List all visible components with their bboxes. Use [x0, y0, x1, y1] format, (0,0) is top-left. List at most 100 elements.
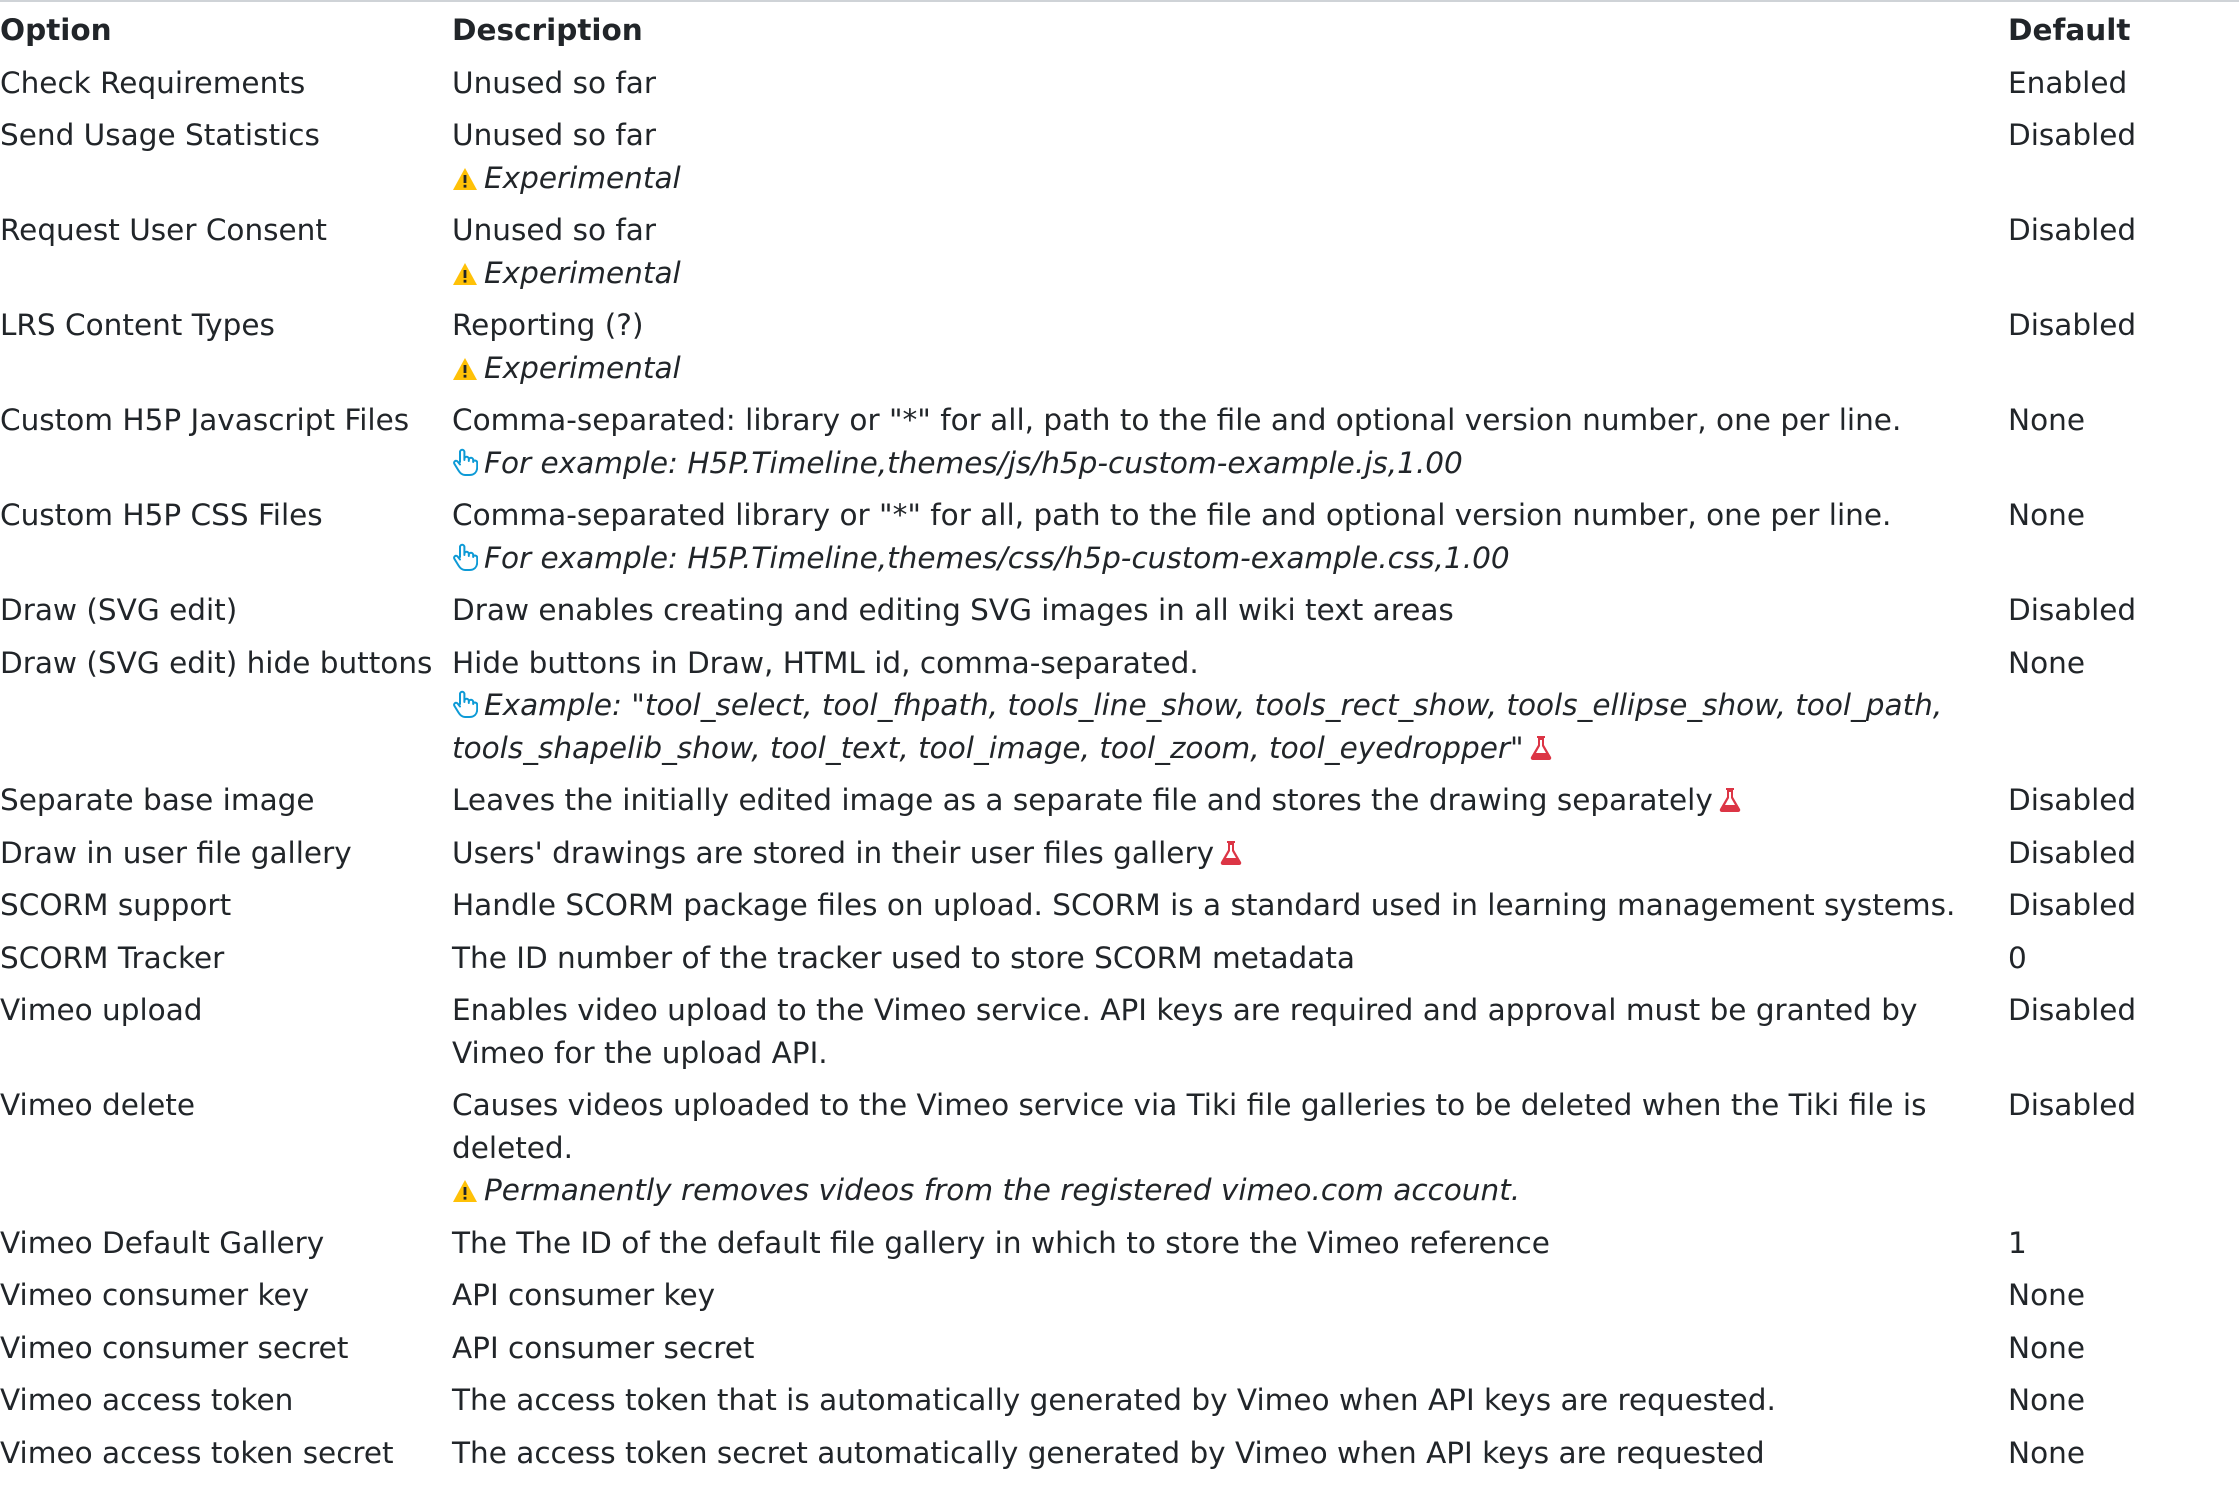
description-note: Experimental: [452, 252, 2003, 295]
description-note: Example: "tool_select, tool_fhpath, tool…: [452, 684, 2003, 727]
option-name: Vimeo access token secret: [0, 1435, 394, 1470]
option-default: 0: [2008, 940, 2027, 975]
warning-icon: [452, 167, 478, 191]
option-default: Disabled: [2008, 888, 2137, 922]
option-default: Disabled: [2008, 783, 2137, 817]
option-name: Request User Consent: [0, 213, 327, 247]
warning-icon: [452, 1179, 478, 1203]
option-description: Hide buttons in Draw, HTML id, comma-sep…: [447, 637, 2003, 775]
description-text: API consumer secret: [452, 1330, 755, 1365]
flask-icon: [1719, 787, 1741, 813]
description-note: For example: H5P.Timeline,themes/js/h5p-…: [452, 442, 2003, 485]
option-default: None: [2008, 1330, 2085, 1365]
option-default: Disabled: [2008, 593, 2137, 627]
description-text-continued: Vimeo for the upload API.: [452, 1035, 828, 1070]
option-default: Disabled: [2008, 308, 2137, 342]
option-name: Custom H5P Javascript Files: [0, 403, 410, 437]
table-row: Vimeo consumer secret API consumer secre…: [0, 1322, 2225, 1375]
option-description: The ID number of the tracker used to sto…: [447, 932, 2003, 985]
option-default: None: [2008, 498, 2085, 532]
table-row: Separate base image Leaves the initially…: [0, 774, 2225, 827]
description-note: Experimental: [452, 157, 2003, 200]
description-text: Leaves the initially edited image as a s…: [452, 779, 2003, 822]
option-description: Unused so far Experimental: [447, 204, 2003, 299]
description-text-continued: deleted.: [452, 1130, 574, 1165]
option-description: Comma-separated: library or "*" for all,…: [447, 394, 2003, 489]
table-row: Check Requirements Unused so far Enabled: [0, 57, 2225, 110]
table-row: Draw (SVG edit) hide buttons Hide button…: [0, 637, 2225, 775]
note-text: Permanently removes videos from the regi…: [484, 1173, 1521, 1207]
table-row: SCORM Tracker The ID number of the track…: [0, 932, 2225, 985]
description-text: Handle SCORM package files on upload. SC…: [452, 888, 1956, 922]
option-default: Disabled: [2008, 1088, 2137, 1122]
option-description: Reporting (?) Experimental: [447, 299, 2003, 394]
option-name: Vimeo access token: [0, 1383, 294, 1417]
note-text: Experimental: [484, 255, 681, 290]
note-text: Experimental: [484, 160, 681, 195]
option-description: Users' drawings are stored in their user…: [447, 827, 2003, 880]
description-text: Unused so far: [452, 213, 656, 247]
table-row: Draw (SVG edit) Draw enables creating an…: [0, 584, 2225, 637]
top-border: [0, 0, 2239, 2]
description-note: Permanently removes videos from the regi…: [452, 1169, 2003, 1212]
description-text: The ID number of the tracker used to sto…: [452, 940, 1355, 975]
option-default: Disabled: [2008, 993, 2137, 1027]
option-default: None: [2008, 1383, 2085, 1417]
option-name: Draw (SVG edit) hide buttons: [0, 645, 433, 680]
table-header-row: Option Description Default: [0, 4, 2225, 57]
table-row: Draw in user file gallery Users' drawing…: [0, 827, 2225, 880]
option-description: Unused so far: [447, 57, 2003, 110]
option-default: Disabled: [2008, 835, 2137, 870]
description-note-continued: tools_shapelib_show, tool_text, tool_ima…: [452, 727, 2003, 770]
description-text-content: Users' drawings are stored in their user…: [452, 835, 1215, 870]
note-suffix: ": [1510, 730, 1524, 765]
description-text: Hide buttons in Draw, HTML id, comma-sep…: [452, 645, 1199, 680]
table-row: Custom H5P CSS Files Comma-separated lib…: [0, 489, 2225, 584]
option-description: The access token that is automatically g…: [447, 1374, 2003, 1427]
option-description: Draw enables creating and editing SVG im…: [447, 584, 2003, 637]
option-description: Unused so far Experimental: [447, 109, 2003, 204]
option-name: Send Usage Statistics: [0, 118, 320, 152]
note-text: tools_shapelib_show, tool_text, tool_ima…: [452, 730, 1511, 765]
flask-icon: [1530, 735, 1552, 761]
column-header-description: Description: [452, 13, 643, 47]
flask-icon: [1220, 840, 1242, 866]
option-default: Disabled: [2008, 213, 2137, 247]
option-description: API consumer key: [447, 1269, 2003, 1322]
table-row: LRS Content Types Reporting (?) Experime…: [0, 299, 2225, 394]
note-text: For example: H5P.Timeline,themes/css/h5p…: [484, 540, 1510, 575]
option-description: Enables video upload to the Vimeo servic…: [447, 984, 2003, 1079]
table-row: Request User Consent Unused so far Exper…: [0, 204, 2225, 299]
note-text: Experimental: [484, 350, 681, 385]
description-text: Causes videos uploaded to the Vimeo serv…: [452, 1088, 1927, 1122]
table-row: Vimeo upload Enables video upload to the…: [0, 984, 2225, 1079]
option-default: 1: [2008, 1225, 2027, 1260]
pointing-hand-icon: [452, 543, 478, 571]
description-text: The The ID of the default file gallery i…: [452, 1225, 1550, 1260]
table-row: Custom H5P Javascript Files Comma-separa…: [0, 394, 2225, 489]
table-row: Vimeo access token The access token that…: [0, 1374, 2225, 1427]
table-row: Vimeo access token secret The access tok…: [0, 1427, 2225, 1480]
option-default: None: [2008, 645, 2085, 680]
description-note: For example: H5P.Timeline,themes/css/h5p…: [452, 537, 2003, 580]
note-text: tool_select, tool_fhpath, tools_line_sho…: [644, 688, 1943, 722]
option-default: Enabled: [2008, 65, 2128, 100]
description-text: Enables video upload to the Vimeo servic…: [452, 993, 1918, 1027]
option-name: Separate base image: [0, 783, 315, 817]
pointing-hand-icon: [452, 448, 478, 476]
option-name: Vimeo consumer key: [0, 1278, 310, 1312]
option-name: Vimeo delete: [0, 1088, 195, 1122]
option-description: Handle SCORM package files on upload. SC…: [447, 879, 2003, 932]
option-name: Check Requirements: [0, 65, 306, 100]
option-description: The The ID of the default file gallery i…: [447, 1217, 2003, 1270]
option-name: LRS Content Types: [0, 308, 275, 342]
description-text: Comma-separated: library or "*" for all,…: [452, 403, 1902, 437]
description-text: The access token secret automatically ge…: [452, 1435, 1765, 1470]
table-row: Vimeo delete Causes videos uploaded to t…: [0, 1079, 2225, 1217]
description-text: Reporting (?): [452, 308, 644, 342]
option-name: Custom H5P CSS Files: [0, 498, 323, 532]
option-name: SCORM Tracker: [0, 940, 225, 975]
description-note: Experimental: [452, 347, 2003, 390]
note-prefix: Example: ": [484, 688, 645, 722]
option-name: Vimeo upload: [0, 993, 203, 1027]
